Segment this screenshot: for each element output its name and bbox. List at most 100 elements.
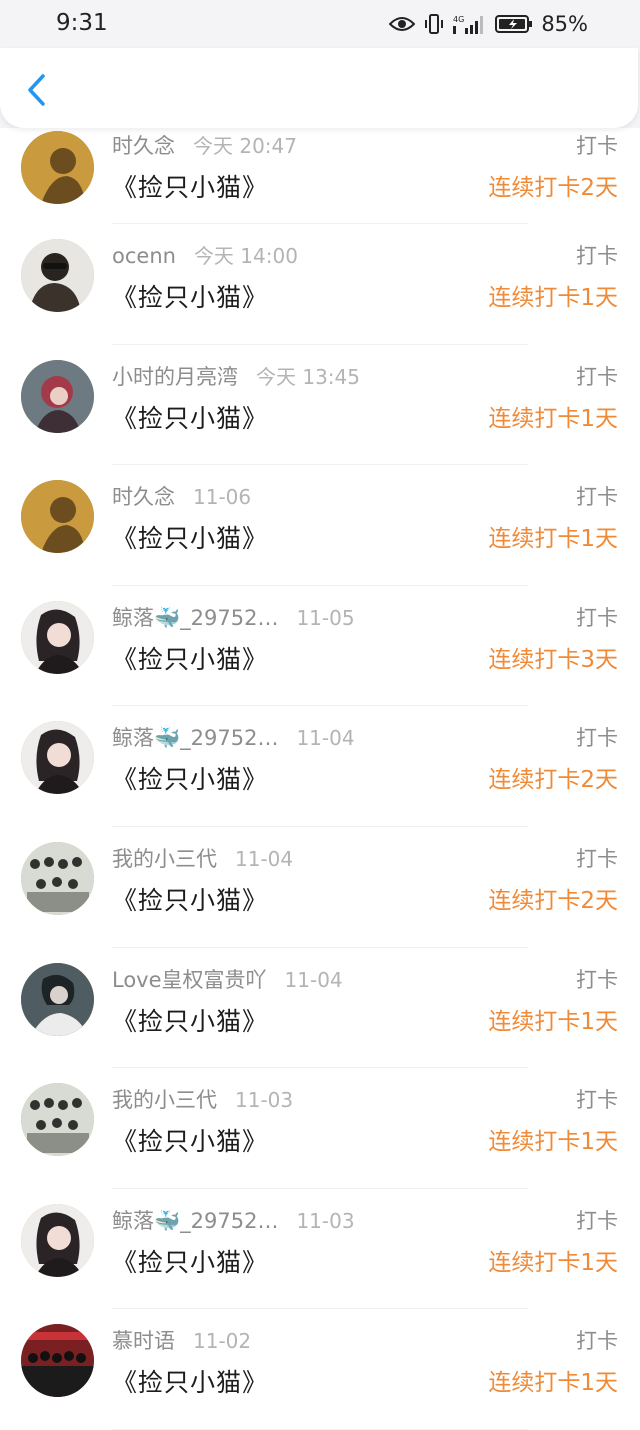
signal-icon: 4G: [453, 13, 487, 35]
name-line: 时久念 11-06: [112, 481, 251, 511]
name-line: ocenn 今天 14:00: [112, 240, 298, 270]
name-line: 小时的月亮湾 今天 13:45: [112, 361, 360, 391]
checkin-date: 11-04: [296, 726, 355, 751]
status-bar: 9:31 4G 85%: [0, 0, 640, 48]
checkin-date: 今天 14:00: [193, 244, 298, 268]
svg-text:4G: 4G: [453, 15, 464, 24]
book-title: 《捡只小猫》: [112, 173, 269, 202]
name-line: 时久念 今天 20:47: [112, 130, 297, 160]
username[interactable]: 鲸落🐳_29752…: [112, 602, 278, 632]
checkin-tag: 打卡: [576, 134, 618, 158]
battery-percent: 85%: [541, 12, 588, 36]
streak-text: 连续打卡2天: [488, 887, 618, 914]
list-item[interactable]: 鲸落🐳_29752… 11-04 《捡只小猫》 打卡 连续打卡2天: [0, 706, 640, 827]
username[interactable]: 时久念: [112, 130, 175, 160]
username[interactable]: 我的小三代: [112, 843, 217, 873]
checkin-date: 11-04: [284, 967, 343, 992]
list-item[interactable]: 慕时语 11-02 《捡只小猫》 打卡 连续打卡1天: [0, 1309, 640, 1430]
checkin-date: 今天 20:47: [193, 134, 297, 158]
checkin-date: 11-02: [193, 1329, 252, 1354]
username[interactable]: 时久念: [112, 481, 175, 511]
list-item[interactable]: 时久念 今天 20:47 《捡只小猫》 打卡 连续打卡2天: [0, 128, 640, 224]
avatar[interactable]: [21, 1324, 94, 1398]
checkin-list: 时久念 今天 20:47 《捡只小猫》 打卡 连续打卡2天 ocenn 今天 1…: [0, 128, 640, 1430]
name-line: 我的小三代 11-03: [112, 1084, 293, 1114]
checkin-tag: 打卡: [576, 364, 618, 389]
name-line: Love皇权富贵吖 11-04: [112, 964, 343, 994]
checkin-date: 11-04: [235, 846, 294, 871]
streak-text: 连续打卡1天: [488, 1129, 618, 1156]
checkin-tag: 打卡: [576, 605, 618, 630]
checkin-date: 今天 13:45: [256, 364, 360, 389]
avatar[interactable]: [21, 131, 94, 204]
checkin-tag: 打卡: [576, 485, 618, 510]
checkin-date: 11-03: [296, 1208, 355, 1233]
header: [0, 48, 640, 128]
streak-text: 连续打卡2天: [488, 767, 618, 794]
checkin-tag: 打卡: [576, 1088, 618, 1113]
list-item[interactable]: 鲸落🐳_29752… 11-03 《捡只小猫》 打卡 连续打卡1天: [0, 1189, 640, 1310]
username[interactable]: 鲸落🐳_29752…: [112, 722, 278, 752]
avatar[interactable]: [21, 841, 94, 915]
username[interactable]: ocenn: [112, 244, 176, 268]
streak-text: 连续打卡1天: [488, 1249, 618, 1276]
checkin-tag: 打卡: [576, 726, 618, 751]
book-title: 《捡只小猫》: [112, 885, 269, 915]
book-title: 《捡只小猫》: [112, 1127, 269, 1157]
header-card: [0, 48, 638, 128]
name-line: 鲸落🐳_29752… 11-05: [112, 602, 355, 632]
username[interactable]: 小时的月亮湾: [112, 361, 238, 391]
streak-text: 连续打卡1天: [488, 1370, 618, 1397]
book-title: 《捡只小猫》: [112, 283, 269, 312]
list-item[interactable]: 鲸落🐳_29752… 11-05 《捡只小猫》 打卡 连续打卡3天: [0, 586, 640, 707]
book-title: 《捡只小猫》: [112, 1368, 269, 1398]
avatar[interactable]: [21, 1203, 94, 1277]
chevron-left-icon: [28, 74, 45, 106]
avatar[interactable]: [21, 239, 94, 312]
avatar[interactable]: [21, 962, 94, 1036]
name-line: 我的小三代 11-04: [112, 843, 293, 873]
streak-text: 连续打卡1天: [488, 526, 618, 553]
vibrate-icon: [423, 13, 445, 35]
status-icons: 4G 85%: [389, 10, 588, 38]
name-line: 慕时语 11-02: [112, 1325, 251, 1355]
checkin-date: 11-06: [193, 485, 252, 510]
checkin-tag: 打卡: [576, 1208, 618, 1233]
checkin-tag: 打卡: [576, 1329, 618, 1354]
list-item[interactable]: Love皇权富贵吖 11-04 《捡只小猫》 打卡 连续打卡1天: [0, 948, 640, 1069]
avatar[interactable]: [21, 1083, 94, 1157]
streak-text: 连续打卡1天: [488, 405, 618, 432]
checkin-date: 11-03: [235, 1088, 294, 1113]
name-line: 鲸落🐳_29752… 11-04: [112, 722, 355, 752]
name-line: 鲸落🐳_29752… 11-03: [112, 1205, 355, 1235]
checkin-tag: 打卡: [576, 967, 618, 992]
book-title: 《捡只小猫》: [112, 644, 269, 674]
book-title: 《捡只小猫》: [112, 403, 269, 433]
username[interactable]: 我的小三代: [112, 1084, 217, 1114]
eye-icon: [389, 15, 416, 33]
book-title: 《捡只小猫》: [112, 1006, 269, 1036]
status-time: 9:31: [56, 10, 108, 36]
avatar[interactable]: [21, 480, 94, 554]
checkin-date: 11-05: [296, 605, 355, 630]
list-item[interactable]: 我的小三代 11-04 《捡只小猫》 打卡 连续打卡2天: [0, 827, 640, 948]
book-title: 《捡只小猫》: [112, 765, 269, 795]
book-title: 《捡只小猫》: [112, 524, 269, 554]
list-item[interactable]: 时久念 11-06 《捡只小猫》 打卡 连续打卡1天: [0, 465, 640, 586]
list-item[interactable]: 我的小三代 11-03 《捡只小猫》 打卡 连续打卡1天: [0, 1068, 640, 1189]
avatar[interactable]: [21, 721, 94, 795]
checkin-tag: 打卡: [576, 846, 618, 871]
username[interactable]: Love皇权富贵吖: [112, 964, 267, 994]
streak-text: 连续打卡3天: [488, 646, 618, 673]
avatar[interactable]: [21, 359, 94, 433]
avatar[interactable]: [21, 600, 94, 674]
back-button[interactable]: [18, 70, 54, 110]
username[interactable]: 鲸落🐳_29752…: [112, 1205, 278, 1235]
username[interactable]: 慕时语: [112, 1325, 175, 1355]
streak-text: 连续打卡2天: [488, 175, 618, 201]
list-item[interactable]: 小时的月亮湾 今天 13:45 《捡只小猫》 打卡 连续打卡1天: [0, 345, 640, 466]
book-title: 《捡只小猫》: [112, 1247, 269, 1277]
list-item[interactable]: ocenn 今天 14:00 《捡只小猫》 打卡 连续打卡1天: [0, 224, 640, 345]
streak-text: 连续打卡1天: [488, 1008, 618, 1035]
battery-icon: [495, 14, 533, 34]
